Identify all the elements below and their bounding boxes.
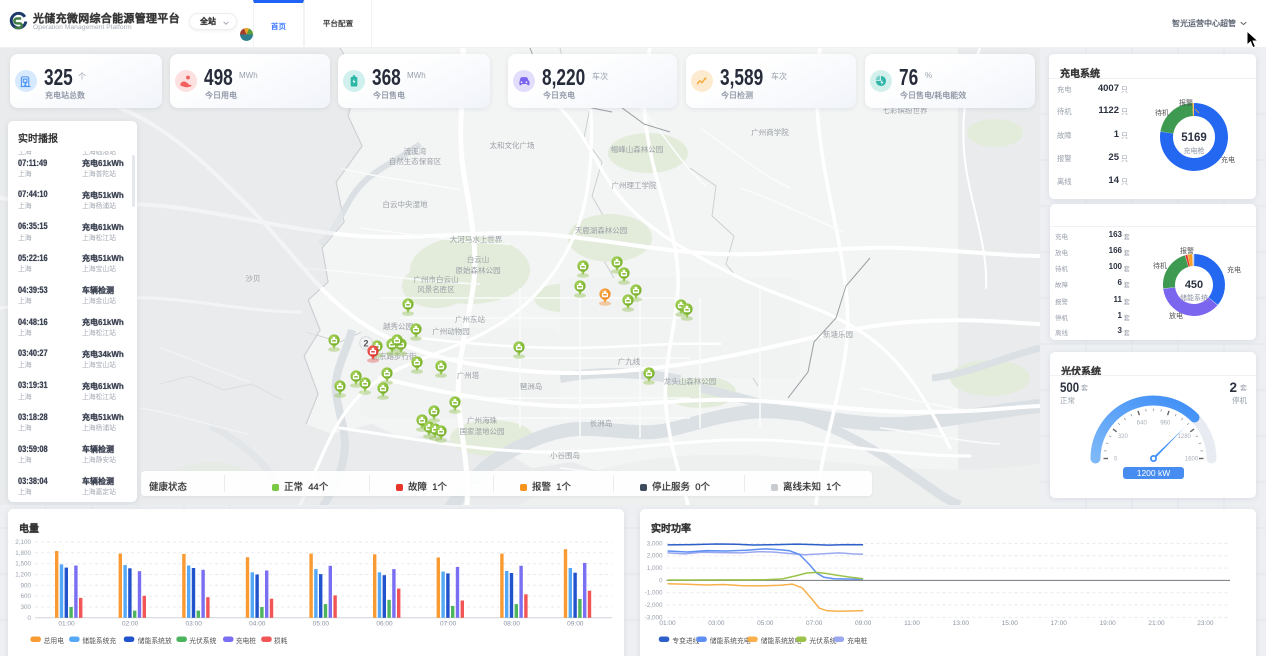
svg-text:风景名胜区: 风景名胜区	[417, 284, 455, 294]
svg-text:2,000: 2,000	[647, 553, 663, 560]
svg-text:640: 640	[1137, 420, 1148, 426]
svg-text:放电: 放电	[1169, 311, 1183, 320]
svg-text:07:00: 07:00	[440, 620, 457, 627]
svg-text:1,500: 1,500	[15, 561, 31, 568]
svg-text:15:00: 15:00	[1002, 620, 1019, 627]
svg-text:充电桩: 充电桩	[847, 636, 868, 645]
svg-text:报警: 报警	[1180, 246, 1194, 255]
svg-text:1600: 1600	[1185, 457, 1199, 463]
svg-text:广州海珠: 广州海珠	[467, 415, 497, 425]
svg-text:0: 0	[27, 615, 31, 622]
svg-text:08:00: 08:00	[504, 620, 521, 627]
svg-text:3,000: 3,000	[647, 540, 663, 547]
svg-text:广州塔: 广州塔	[457, 370, 480, 380]
svg-text:600: 600	[20, 593, 31, 600]
svg-text:03:00: 03:00	[186, 620, 203, 627]
svg-text:19:00: 19:00	[1099, 620, 1116, 627]
svg-text:21:00: 21:00	[1148, 620, 1165, 627]
svg-text:05:00: 05:00	[757, 620, 774, 627]
svg-text:09:00: 09:00	[855, 620, 872, 627]
svg-text:02:00: 02:00	[122, 620, 139, 627]
svg-text:05:00: 05:00	[313, 620, 330, 627]
svg-text:长洲岛: 长洲岛	[590, 418, 613, 428]
svg-text:龙头山森林公园: 龙头山森林公园	[664, 376, 717, 386]
svg-text:流溪湾: 流溪湾	[404, 146, 427, 156]
svg-text:06:00: 06:00	[376, 620, 393, 627]
svg-text:广州动物园: 广州动物园	[432, 326, 470, 336]
svg-text:专变进线: 专变进线	[672, 636, 699, 645]
svg-text:越秀公园: 越秀公园	[383, 321, 413, 331]
svg-text:国家湿地公园: 国家湿地公园	[460, 426, 505, 436]
svg-text:小谷围岛: 小谷围岛	[550, 450, 580, 460]
svg-text:广州商学院: 广州商学院	[751, 127, 789, 137]
svg-text:1,000: 1,000	[647, 565, 663, 572]
svg-text:01:00: 01:00	[659, 620, 676, 627]
svg-text:待机: 待机	[1153, 261, 1167, 270]
svg-text:大河马水上世界: 大河马水上世界	[450, 234, 503, 244]
svg-text:960: 960	[1160, 420, 1171, 426]
svg-text:2,100: 2,100	[15, 539, 31, 546]
svg-text:自然生态保育区: 自然生态保育区	[389, 156, 442, 166]
svg-text:5169: 5169	[1181, 132, 1207, 144]
svg-text:04:00: 04:00	[249, 620, 266, 627]
svg-text:-2,000: -2,000	[645, 602, 663, 609]
svg-text:11:00: 11:00	[904, 620, 920, 627]
svg-text:太和文化广场: 太和文化广场	[490, 140, 535, 150]
svg-text:09:00: 09:00	[567, 620, 584, 627]
svg-text:原始森林公园: 原始森林公园	[456, 265, 501, 275]
svg-text:广州东站: 广州东站	[455, 314, 485, 324]
svg-text:白云中央湿地: 白云中央湿地	[383, 199, 428, 209]
svg-text:新塘乐园: 新塘乐园	[823, 329, 853, 339]
svg-text:广州理工学院: 广州理工学院	[612, 180, 657, 190]
svg-text:待机: 待机	[1155, 108, 1169, 117]
svg-text:300: 300	[20, 604, 31, 611]
svg-text:储能系统: 储能系统	[1180, 293, 1208, 302]
svg-text:17:00: 17:00	[1051, 620, 1068, 627]
svg-text:损耗: 损耗	[274, 636, 288, 645]
svg-text:充电桩: 充电桩	[236, 636, 257, 645]
svg-text:储能系统放电: 储能系统放电	[761, 636, 802, 645]
svg-text:琶洲岛: 琶洲岛	[520, 381, 543, 391]
svg-text:光伏系统: 光伏系统	[809, 636, 836, 645]
svg-text:储能系统充: 储能系统充	[82, 636, 116, 645]
svg-text:23:00: 23:00	[1197, 620, 1214, 627]
svg-text:1,200: 1,200	[15, 572, 31, 579]
svg-text:光伏系统: 光伏系统	[189, 636, 216, 645]
svg-text:天鹿湖森林公园: 天鹿湖森林公园	[575, 225, 628, 235]
svg-text:储能系统放: 储能系统放	[138, 636, 172, 645]
svg-text:帽峰山森林公园: 帽峰山森林公园	[611, 144, 664, 154]
svg-text:900: 900	[20, 582, 31, 589]
svg-text:沙贝: 沙贝	[246, 274, 261, 283]
svg-text:报警: 报警	[1179, 98, 1193, 107]
svg-text:1,800: 1,800	[15, 550, 31, 557]
svg-text:03:00: 03:00	[708, 620, 725, 627]
svg-text:充电: 充电	[1221, 155, 1235, 164]
svg-text:储能系统充电: 储能系统充电	[710, 636, 751, 645]
svg-text:0: 0	[1114, 457, 1118, 463]
svg-text:白云山: 白云山	[467, 254, 490, 264]
svg-text:广九线: 广九线	[618, 356, 641, 366]
svg-text:13:00: 13:00	[953, 620, 970, 627]
svg-text:320: 320	[1118, 434, 1129, 440]
svg-text:2: 2	[363, 339, 368, 349]
svg-text:广州市白云山: 广州市白云山	[414, 274, 459, 284]
svg-text:07:00: 07:00	[806, 620, 823, 627]
svg-text:450: 450	[1185, 279, 1203, 291]
svg-text:0: 0	[659, 577, 663, 584]
svg-text:01:00: 01:00	[58, 620, 75, 627]
svg-text:1280: 1280	[1178, 434, 1192, 440]
svg-text:总用电: 总用电	[44, 636, 65, 645]
svg-text:-1,000: -1,000	[645, 590, 663, 597]
svg-text:充电: 充电	[1227, 265, 1241, 274]
svg-text:充电枪: 充电枪	[1184, 146, 1205, 155]
